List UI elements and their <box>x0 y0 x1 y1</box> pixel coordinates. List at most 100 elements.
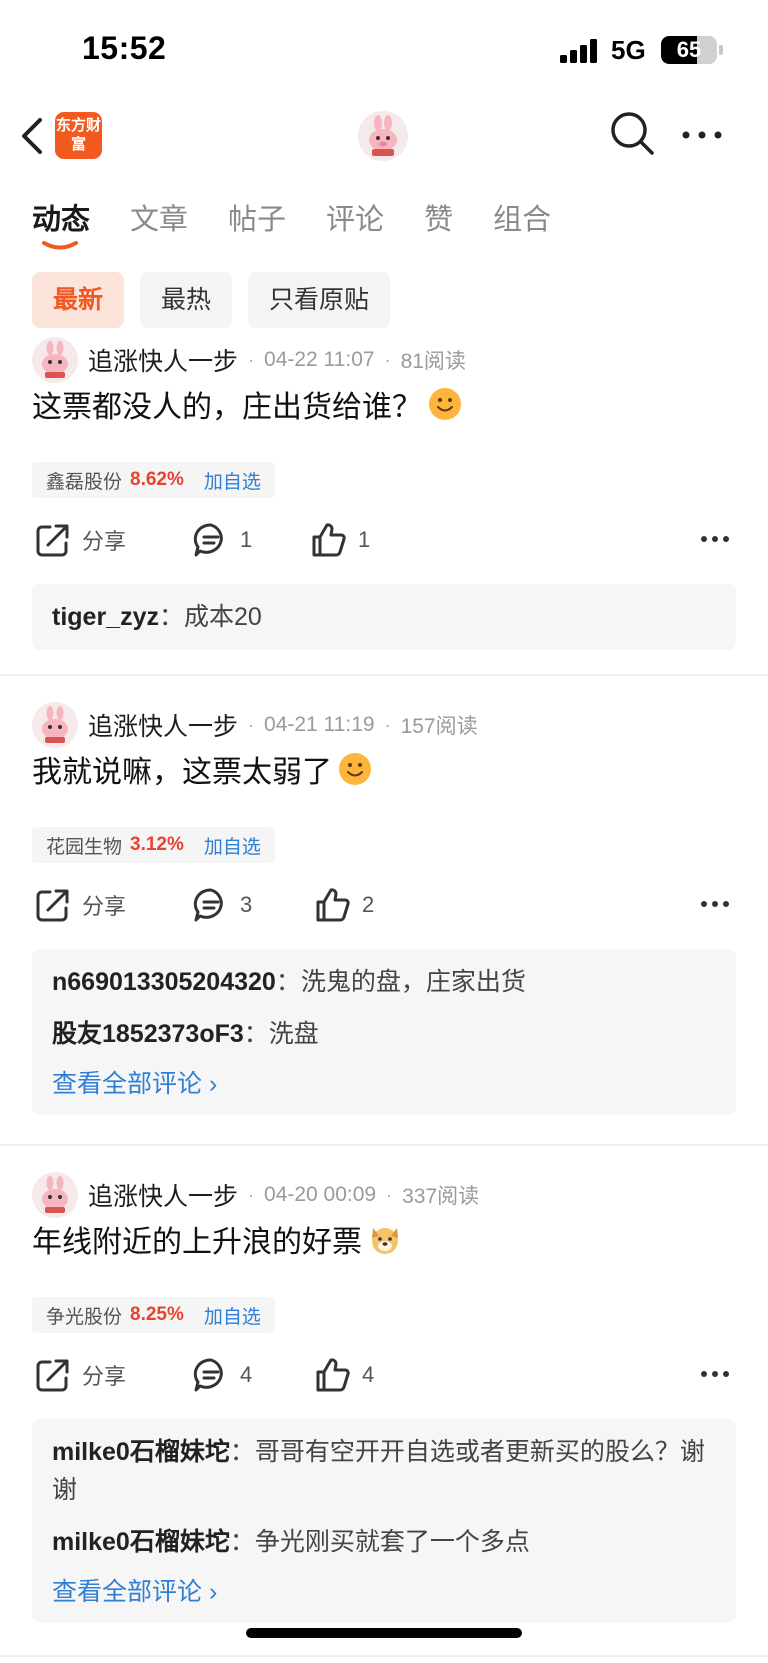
filter-hot[interactable]: 最热 <box>140 272 233 328</box>
tab-articles[interactable]: 文章 <box>130 196 188 246</box>
comment-button[interactable]: 1 <box>192 518 252 562</box>
stock-name: 花园生物 <box>46 836 123 858</box>
share-button[interactable]: 分享 <box>34 883 126 927</box>
meta-separator: · <box>248 349 255 370</box>
filter-chips: 最新 最热 只看原贴 <box>32 272 406 328</box>
filter-latest[interactable]: 最新 <box>32 272 125 328</box>
tab-likes[interactable]: 赞 <box>424 196 453 246</box>
stock-tag[interactable]: 花园生物 3.12% 加自选 <box>32 827 275 863</box>
stock-tag[interactable]: 鑫磊股份 8.62% 加自选 <box>32 462 275 498</box>
comment-button[interactable]: 4 <box>192 1353 252 1397</box>
filter-original-only[interactable]: 只看原贴 <box>248 272 391 328</box>
smile-emoji-icon <box>339 753 371 785</box>
comment-icon <box>193 888 223 922</box>
comment-count: 3 <box>240 892 253 917</box>
add-watchlist-button[interactable]: 加自选 <box>204 467 261 494</box>
more-dots-icon[interactable] <box>700 1369 730 1379</box>
post-author-row: 追涨快人一步 · 04-21 11:19 · 157阅读 <box>32 702 478 748</box>
home-indicator[interactable] <box>246 1628 522 1638</box>
share-button[interactable]: 分享 <box>34 1353 126 1397</box>
tab-comments[interactable]: 评论 <box>326 196 384 246</box>
like-count: 1 <box>358 527 371 552</box>
post-time: 04-22 11:07 <box>264 348 375 371</box>
post-divider <box>0 1655 768 1657</box>
status-bar: 15:52 5G 65 <box>0 0 768 100</box>
comment-line: tiger_zyz：成本20 <box>52 598 716 636</box>
thumbs-up-icon <box>312 523 346 557</box>
smile-emoji-icon <box>429 388 461 420</box>
active-tab-indicator <box>42 241 78 250</box>
search-icon[interactable] <box>609 110 655 156</box>
comment-sep: ： <box>229 1438 255 1466</box>
author-name[interactable]: 追涨快人一步 <box>88 1177 238 1213</box>
tab-portfolio[interactable]: 组合 <box>493 196 551 246</box>
avatar[interactable] <box>32 337 78 383</box>
comment-icon <box>193 523 223 557</box>
stock-tag[interactable]: 争光股份 8.25% 加自选 <box>32 1297 275 1333</box>
comment-sep: ： <box>158 603 184 631</box>
share-button[interactable]: 分享 <box>34 518 126 562</box>
author-name[interactable]: 追涨快人一步 <box>88 707 238 743</box>
like-count: 4 <box>362 1362 375 1387</box>
post-reads: 337阅读 <box>402 1185 480 1208</box>
thumbs-up-icon <box>316 888 350 922</box>
like-button[interactable]: 1 <box>310 518 370 562</box>
comment-user[interactable]: n669013305204320 <box>52 968 276 996</box>
more-dots-icon[interactable] <box>700 899 730 909</box>
share-icon <box>36 1359 69 1392</box>
post-text-content: 我就说嘛，这票太弱了 <box>32 756 332 789</box>
profile-tabs: 动态 文章 帖子 评论 赞 组合 <box>32 196 591 246</box>
like-count: 2 <box>362 892 375 917</box>
comment-user[interactable]: milke0石榴妹坨 <box>52 1528 230 1556</box>
battery-level: 65 <box>676 37 702 62</box>
post-author-row: 追涨快人一步 · 04-22 11:07 · 81阅读 <box>32 337 466 383</box>
tab-dynamic[interactable]: 动态 <box>32 196 90 246</box>
comment-user[interactable]: milke0石榴妹坨 <box>52 1438 230 1466</box>
post-divider <box>0 674 768 676</box>
signal-icon <box>560 39 597 63</box>
share-label: 分享 <box>82 1364 127 1389</box>
stock-name: 争光股份 <box>46 1306 123 1328</box>
comment-text: 争光刚买就套了一个多点 <box>254 1528 530 1556</box>
stock-name: 鑫磊股份 <box>46 471 123 493</box>
comment-user[interactable]: 股友1852373oF3 <box>52 1020 244 1048</box>
add-watchlist-button[interactable]: 加自选 <box>204 1302 261 1329</box>
like-button[interactable]: 2 <box>314 883 374 927</box>
comment-preview[interactable]: tiger_zyz：成本20 <box>32 584 736 650</box>
avatar[interactable] <box>32 702 78 748</box>
more-dots-icon[interactable] <box>680 128 724 142</box>
add-watchlist-button[interactable]: 加自选 <box>204 832 261 859</box>
comment-preview[interactable]: milke0石榴妹坨：哥哥有空开开自选或者更新买的股么？谢谢 milke0石榴妹… <box>32 1419 736 1623</box>
tab-posts[interactable]: 帖子 <box>228 196 286 246</box>
author-name[interactable]: 追涨快人一步 <box>88 342 238 378</box>
post-divider <box>0 1144 768 1146</box>
meta-separator: · <box>384 714 391 735</box>
view-all-comments-link[interactable]: 查看全部评论 › <box>52 1575 716 1609</box>
post-text: 我就说嘛，这票太弱了 <box>32 747 372 791</box>
comment-line: milke0石榴妹坨：哥哥有空开开自选或者更新买的股么？谢谢 <box>52 1433 716 1509</box>
comment-line: n669013305204320：洗鬼的盘，庄家出货 <box>52 963 716 1001</box>
battery-tip <box>719 45 723 55</box>
comment-count: 1 <box>240 527 253 552</box>
status-time: 15:52 <box>82 30 167 66</box>
post-time: 04-20 00:09 <box>264 1183 377 1206</box>
comment-user[interactable]: tiger_zyz <box>52 603 159 631</box>
comment-text: 洗鬼的盘，庄家出货 <box>300 968 526 996</box>
avatar[interactable] <box>32 1172 78 1218</box>
post-text-content: 年线附近的上升浪的好票 <box>32 1226 362 1259</box>
like-button[interactable]: 4 <box>314 1353 374 1397</box>
comment-preview[interactable]: n669013305204320：洗鬼的盘，庄家出货 股友1852373oF3：… <box>32 949 736 1115</box>
battery-icon: 65 <box>661 36 717 64</box>
comment-count: 4 <box>240 1362 253 1387</box>
back-chevron-icon[interactable] <box>18 114 48 158</box>
view-all-comments-link[interactable]: 查看全部评论 › <box>52 1067 716 1101</box>
post-text-content: 这票都没人的，庄出货给谁？ <box>32 391 422 424</box>
comment-button[interactable]: 3 <box>192 883 252 927</box>
app-logo[interactable]: 东方财富 <box>55 112 102 159</box>
share-icon <box>36 889 69 922</box>
profile-avatar[interactable] <box>358 111 408 161</box>
more-dots-icon[interactable] <box>700 534 730 544</box>
comment-line: milke0石榴妹坨：争光刚买就套了一个多点 <box>52 1523 716 1561</box>
dog-emoji-icon <box>372 1228 398 1254</box>
post-author-row: 追涨快人一步 · 04-20 00:09 · 337阅读 <box>32 1172 480 1218</box>
